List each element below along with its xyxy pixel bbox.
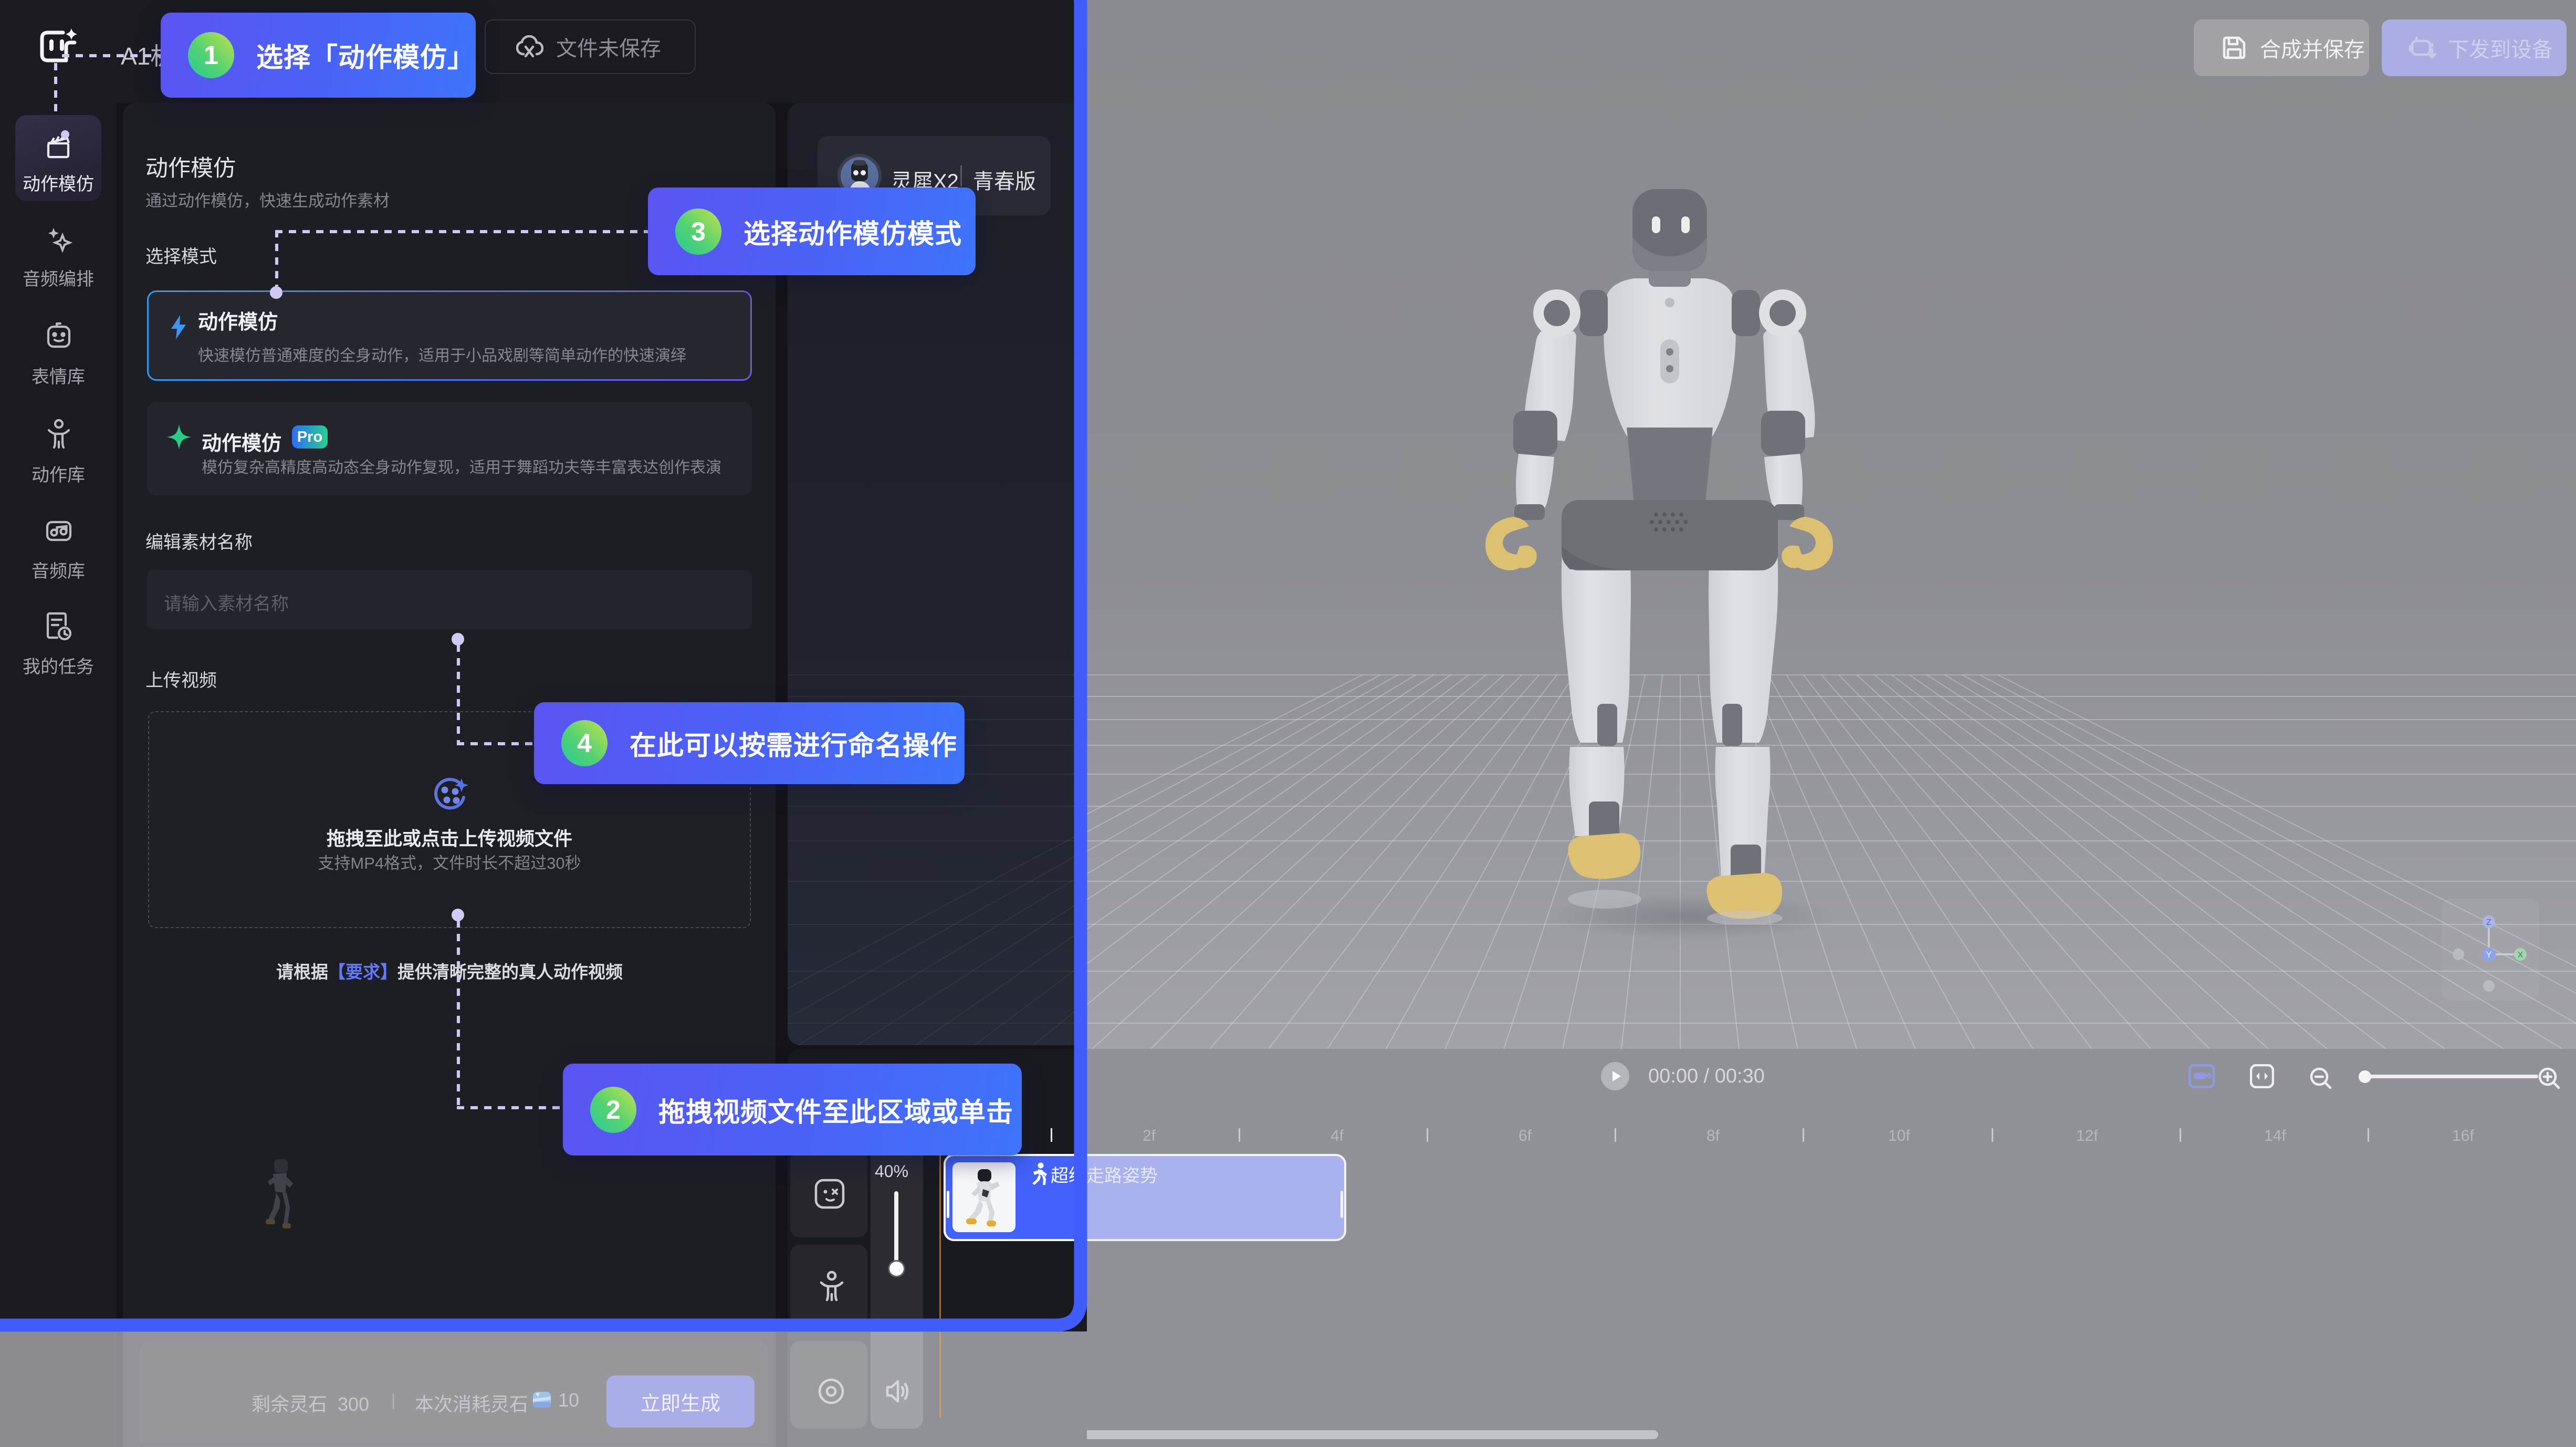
svg-text:Y: Y — [2486, 950, 2491, 960]
svg-text:X: X — [2518, 951, 2523, 960]
svg-text:Z: Z — [2486, 918, 2491, 927]
